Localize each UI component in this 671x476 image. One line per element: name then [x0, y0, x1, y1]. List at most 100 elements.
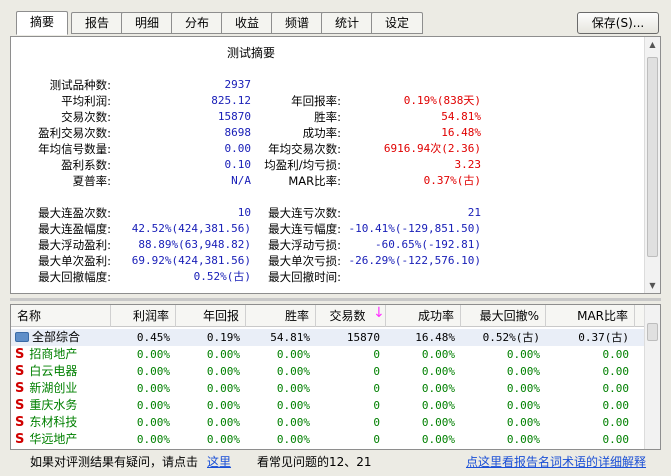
- row-name-text: 新湖创业: [29, 381, 78, 395]
- tab-spectrum[interactable]: 频谱: [271, 12, 323, 34]
- row-name-text: 东材科技: [29, 415, 78, 429]
- row-name-text: 华远地产: [29, 432, 78, 446]
- tab-distribution[interactable]: 分布: [171, 12, 223, 34]
- cell: 0.00%: [136, 416, 170, 429]
- stat-label: 夏普率:: [72, 174, 111, 188]
- row-name-text: 招商地产: [29, 347, 78, 361]
- tab-summary[interactable]: 摘要: [16, 11, 68, 35]
- tab-report[interactable]: 报告: [71, 12, 123, 34]
- faq-text: 看常见问题的12、21: [257, 455, 372, 469]
- stat-value: 0.19%(838天): [403, 94, 481, 107]
- tab-settings[interactable]: 设定: [371, 12, 423, 34]
- cell: 0.00%: [506, 416, 540, 429]
- stat-value: 88.89%(63,948.82): [138, 238, 251, 251]
- summary-scrollbar[interactable]: ▲ ▼: [644, 37, 660, 293]
- cell: 0.00: [602, 382, 630, 395]
- stat-label: 交易次数:: [61, 110, 111, 124]
- cell: 0.00: [602, 416, 630, 429]
- stat-label: 最大浮动盈利:: [38, 238, 111, 252]
- cell: 0.00: [602, 399, 630, 412]
- table-row[interactable]: S 新湖创业 0.00% 0.00% 0.00% 0 0.00% 0.00% 0.…: [11, 380, 645, 397]
- column-header-win-rate[interactable]: 胜率: [246, 305, 316, 327]
- table-scrollbar[interactable]: [644, 305, 660, 449]
- stat-value: 21: [467, 206, 481, 219]
- row-name-text: 白云电器: [29, 364, 78, 378]
- table-row[interactable]: S 白云电器 0.00% 0.00% 0.00% 0 0.00% 0.00% 0.…: [11, 363, 645, 380]
- table-row[interactable]: S 华远地产 0.00% 0.00% 0.00% 0 0.00% 0.00% 0.…: [11, 431, 645, 448]
- table-row[interactable]: S 东材科技 0.00% 0.00% 0.00% 0 0.00% 0.00% 0.…: [11, 414, 645, 431]
- cell: 0.00%: [136, 348, 170, 361]
- glossary-link[interactable]: 点这里看报告名词术语的详细解释: [466, 452, 646, 472]
- cell: 0.00%: [276, 348, 310, 361]
- table-row[interactable]: 全部综合 0.45% 0.19% 54.81% 15870 16.48% 0.5…: [11, 329, 645, 346]
- cell: 0.00%: [276, 382, 310, 395]
- stat-label: 最大连盈幅度:: [38, 222, 111, 236]
- tab-statistics[interactable]: 统计: [321, 12, 373, 34]
- stat-label: 最大浮动亏损:: [268, 238, 341, 252]
- stat-label: 年回报率:: [291, 94, 341, 108]
- row-name: S 重庆水务: [11, 397, 111, 414]
- cell: 0.00: [602, 365, 630, 378]
- stat-value: N/A: [231, 174, 251, 187]
- cell: 0: [373, 382, 380, 395]
- footer: 如果对评测结果有疑问，请点击 这里 看常见问题的12、21 点这里看报告名词术语…: [0, 452, 671, 472]
- table-header: 名称 利润率 年回报 胜率 交易数 ↓ 成功率 最大回撤% MAR比率: [11, 305, 645, 327]
- stat-label: 平均利润:: [61, 94, 111, 108]
- column-header-annual-return[interactable]: 年回报: [176, 305, 246, 327]
- save-button[interactable]: 保存(S)...: [577, 12, 659, 34]
- folder-icon: [15, 332, 29, 342]
- stock-s-icon: S: [15, 364, 25, 379]
- cell: 0.00%: [421, 365, 455, 378]
- stat-value: 10: [237, 206, 251, 219]
- cell: 0.00%: [206, 382, 240, 395]
- column-header-profit-rate[interactable]: 利润率: [111, 305, 176, 327]
- stat-label: 年均交易次数:: [268, 142, 341, 156]
- stat-label: 盈利系数:: [61, 158, 111, 172]
- stat-label: 最大单次盈利:: [38, 254, 111, 268]
- column-header-mar-ratio[interactable]: MAR比率: [546, 305, 635, 327]
- row-name: S 华远地产: [11, 431, 111, 448]
- cell: 0.00%: [206, 433, 240, 446]
- question-text: 如果对评测结果有疑问，请点击: [30, 455, 199, 469]
- here-link[interactable]: 这里: [207, 452, 231, 472]
- scroll-down-icon[interactable]: ▼: [645, 278, 660, 293]
- column-header-max-drawdown[interactable]: 最大回撤%: [461, 305, 546, 327]
- scroll-thumb[interactable]: [647, 323, 658, 341]
- scroll-thumb[interactable]: [647, 57, 658, 257]
- stat-value: [341, 269, 481, 285]
- cell: 0.00%: [136, 399, 170, 412]
- cell: 0.00%: [276, 433, 310, 446]
- column-header-success-rate[interactable]: 成功率: [386, 305, 461, 327]
- cell: 0.00%: [136, 382, 170, 395]
- stat-label: 年均信号数量:: [38, 142, 111, 156]
- stat-value: 2937: [224, 78, 252, 91]
- tab-detail[interactable]: 明细: [121, 12, 173, 34]
- row-name: S 新湖创业: [11, 380, 111, 397]
- tab-income[interactable]: 收益: [221, 12, 273, 34]
- cell: 0: [373, 416, 380, 429]
- stat-label: 均盈利/均亏损:: [264, 158, 341, 172]
- row-name: S 招商地产: [11, 346, 111, 363]
- cell: 0: [373, 365, 380, 378]
- stat-label: 最大连亏幅度:: [268, 222, 341, 236]
- cell: 0: [373, 433, 380, 446]
- table-row[interactable]: S 重庆水务 0.00% 0.00% 0.00% 0 0.00% 0.00% 0.…: [11, 397, 645, 414]
- scroll-up-icon[interactable]: ▲: [645, 37, 660, 52]
- stat-label: 盈利交易次数:: [38, 126, 111, 140]
- cell: 0.00%: [206, 399, 240, 412]
- stat-value: 0.37%(古): [423, 174, 481, 187]
- column-header-name[interactable]: 名称: [11, 305, 111, 327]
- stock-s-icon: S: [15, 432, 25, 447]
- cell: 54.81%: [270, 331, 310, 344]
- cell: 0.00%: [206, 348, 240, 361]
- cell: 0.52%(古): [482, 331, 540, 344]
- stock-s-icon: S: [15, 381, 25, 396]
- cell: 16.48%: [415, 331, 455, 344]
- cell: 0.00%: [276, 416, 310, 429]
- cell: 0.00: [602, 348, 630, 361]
- table-row[interactable]: S 招商地产 0.00% 0.00% 0.00% 0 0.00% 0.00% 0.…: [11, 346, 645, 363]
- summary-title: 测试摘要: [226, 46, 275, 60]
- stock-s-icon: S: [15, 347, 25, 362]
- panel-splitter[interactable]: [10, 298, 661, 301]
- cell: 0.00%: [421, 382, 455, 395]
